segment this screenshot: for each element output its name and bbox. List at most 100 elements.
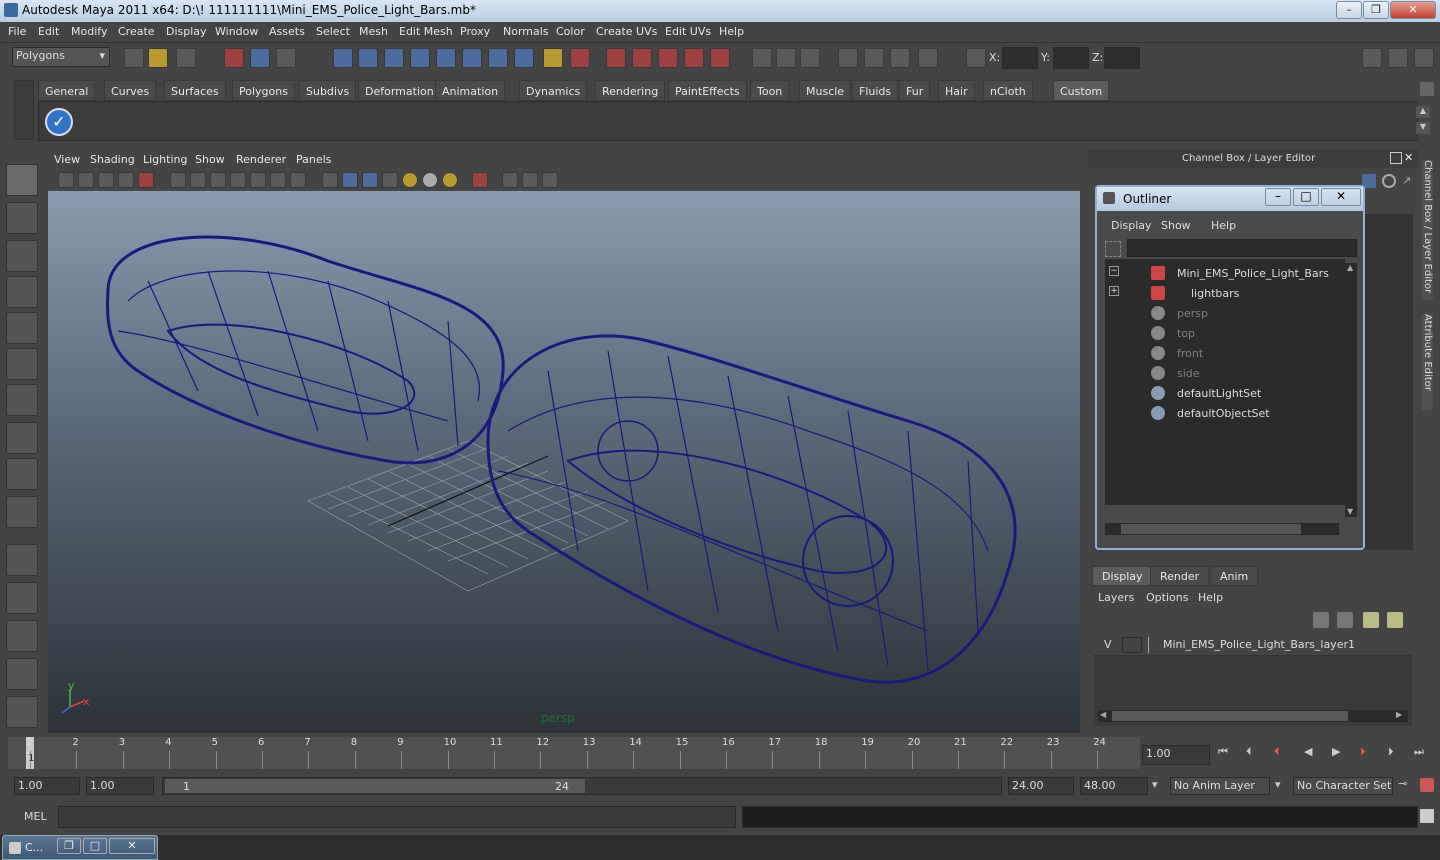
end-time-field[interactable]: 48.00 bbox=[1080, 777, 1148, 795]
save-scene-icon[interactable] bbox=[176, 48, 196, 68]
range-slider-handle[interactable]: 1 24 bbox=[165, 779, 585, 793]
panel-menu-lighting[interactable]: Lighting bbox=[143, 153, 187, 166]
shelf-tab-fluids[interactable]: Fluids bbox=[852, 80, 899, 101]
minimized-window[interactable]: C... ❐ □ ✕ bbox=[2, 835, 158, 860]
lasso-tool-icon[interactable] bbox=[6, 202, 38, 234]
move-layer-down-icon[interactable] bbox=[1337, 612, 1353, 628]
layer-color-swatch[interactable] bbox=[1148, 637, 1162, 653]
default-light-icon[interactable] bbox=[422, 172, 438, 188]
scroll-thumb[interactable] bbox=[1112, 711, 1348, 721]
tool-settings-toggle-icon[interactable] bbox=[1388, 48, 1408, 68]
anim-layer-arrow-icon[interactable]: ▾ bbox=[1152, 778, 1158, 791]
menu-normals[interactable]: Normals bbox=[503, 25, 549, 38]
lock-icon[interactable] bbox=[543, 48, 563, 68]
menu-display[interactable]: Display bbox=[166, 25, 207, 38]
snap-plane-icon[interactable] bbox=[410, 48, 430, 68]
outliner-vscroll[interactable]: ▲ ▼ bbox=[1345, 263, 1357, 517]
show-hide-icon[interactable] bbox=[752, 48, 772, 68]
max-button[interactable]: □ bbox=[83, 838, 107, 854]
field-chart-icon[interactable] bbox=[250, 172, 266, 188]
open-scene-icon[interactable] bbox=[148, 48, 168, 68]
output-ops-icon[interactable] bbox=[632, 48, 652, 68]
shelf-scroll-up-icon[interactable]: ▲ bbox=[1416, 106, 1430, 118]
scroll-right-icon[interactable]: ▶ bbox=[1396, 710, 1402, 719]
paint-select-tool-icon[interactable] bbox=[6, 240, 38, 272]
shelf-tab-deformation[interactable]: Deformation bbox=[358, 80, 441, 101]
menu-edit[interactable]: Edit bbox=[38, 25, 59, 38]
camera-attributes-icon[interactable] bbox=[78, 172, 94, 188]
y-field[interactable] bbox=[1053, 47, 1089, 69]
play-backwards-icon[interactable]: ◀ bbox=[1304, 745, 1312, 758]
ipr-render-icon[interactable] bbox=[684, 48, 704, 68]
select-object-icon[interactable] bbox=[250, 48, 270, 68]
camera-select-icon[interactable] bbox=[58, 172, 74, 188]
shadows-icon[interactable] bbox=[442, 172, 458, 188]
shelf-tab-polygons[interactable]: Polygons bbox=[232, 80, 295, 101]
outliner-menu-help[interactable]: Help bbox=[1211, 219, 1236, 232]
close-button[interactable]: ✕ bbox=[1390, 1, 1436, 19]
snap-surface-icon[interactable] bbox=[462, 48, 482, 68]
layer-tab-display[interactable]: Display bbox=[1092, 566, 1153, 586]
attribute-editor-side-tab[interactable]: Attribute Editor bbox=[1422, 314, 1433, 410]
xray-joints-icon[interactable] bbox=[522, 172, 538, 188]
outliner-search-input[interactable] bbox=[1127, 239, 1357, 257]
layer-scrollbar[interactable]: ◀ ▶ bbox=[1098, 710, 1408, 722]
step-forward-icon[interactable]: ⏵ bbox=[1388, 745, 1394, 759]
hypershade-layout-icon[interactable] bbox=[6, 696, 38, 728]
pick-icon[interactable]: ↗ bbox=[1402, 174, 1416, 188]
bookmark-icon[interactable] bbox=[98, 172, 114, 188]
menu-edit-mesh[interactable]: Edit Mesh bbox=[399, 25, 453, 38]
image-plane-icon[interactable] bbox=[118, 172, 134, 188]
manipulator-icon[interactable] bbox=[1382, 174, 1396, 188]
select-tool-icon[interactable] bbox=[6, 164, 38, 196]
render-view-icon[interactable] bbox=[864, 48, 884, 68]
range-slider[interactable]: 1 24 bbox=[162, 777, 1002, 795]
soft-mod-tool-icon[interactable] bbox=[6, 422, 38, 454]
menu-help[interactable]: Help bbox=[719, 25, 744, 38]
outliner-item[interactable]: defaultObjectSet bbox=[1105, 405, 1345, 423]
expand-icon[interactable]: + bbox=[1109, 286, 1119, 296]
panel-menu-show[interactable]: Show bbox=[195, 153, 225, 166]
maximize-button[interactable]: ❐ bbox=[1363, 1, 1389, 19]
collapse-icon[interactable]: − bbox=[1109, 266, 1119, 276]
step-back-icon[interactable]: ⏴ bbox=[1246, 745, 1252, 759]
start-time-field[interactable]: 1.00 bbox=[14, 777, 80, 795]
move-tool-icon[interactable] bbox=[6, 276, 38, 308]
new-empty-layer-icon[interactable] bbox=[1363, 612, 1379, 628]
snap-grid-icon[interactable] bbox=[333, 48, 353, 68]
outliner-minimize-button[interactable]: – bbox=[1265, 188, 1291, 206]
gate-mask-icon[interactable] bbox=[230, 172, 246, 188]
shelf-tab-toon[interactable]: Toon bbox=[750, 80, 790, 101]
character-set-arrow-icon[interactable]: ▾ bbox=[1275, 778, 1281, 791]
outliner-filter-icon[interactable] bbox=[1105, 241, 1121, 257]
go-to-end-icon[interactable]: ⏭ bbox=[1414, 745, 1424, 759]
shelf-tab-custom[interactable]: Custom bbox=[1053, 80, 1110, 101]
layer-template-toggle[interactable] bbox=[1122, 637, 1142, 653]
help-line-icon[interactable] bbox=[514, 48, 534, 68]
render-settings-icon[interactable] bbox=[710, 48, 730, 68]
shelf-tab-general[interactable]: General bbox=[38, 80, 96, 101]
trash-icon[interactable] bbox=[1420, 82, 1434, 96]
layer-visibility-toggle[interactable]: V bbox=[1104, 638, 1112, 651]
outliner-item[interactable]: front bbox=[1105, 345, 1345, 363]
new-layer-selected-icon[interactable] bbox=[1387, 612, 1403, 628]
minimize-button[interactable]: – bbox=[1336, 1, 1362, 19]
input-ops-icon[interactable] bbox=[606, 48, 626, 68]
resolution-gate-icon[interactable] bbox=[210, 172, 226, 188]
ipr-icon[interactable] bbox=[918, 48, 938, 68]
playback-end-field[interactable]: 24.00 bbox=[1008, 777, 1074, 795]
menu-edit-uvs[interactable]: Edit UVs bbox=[665, 25, 711, 38]
character-set-dropdown[interactable]: No Character Set bbox=[1293, 777, 1393, 795]
make-live-icon[interactable] bbox=[436, 48, 456, 68]
wireframe-on-shaded-icon[interactable] bbox=[362, 172, 378, 188]
menu-assets[interactable]: Assets bbox=[269, 25, 305, 38]
move-layer-up-icon[interactable] bbox=[1313, 612, 1329, 628]
shelf-tab-ncloth[interactable]: nCloth bbox=[983, 80, 1033, 101]
scroll-up-icon[interactable]: ▲ bbox=[1347, 263, 1353, 272]
snap-point-icon[interactable] bbox=[384, 48, 404, 68]
panel-menu-view[interactable]: View bbox=[54, 153, 80, 166]
smooth-shading-icon[interactable] bbox=[342, 172, 358, 188]
single-perspective-layout-icon[interactable] bbox=[6, 544, 38, 576]
outliner-item[interactable]: top bbox=[1105, 325, 1345, 343]
snap-curve-icon[interactable] bbox=[358, 48, 378, 68]
